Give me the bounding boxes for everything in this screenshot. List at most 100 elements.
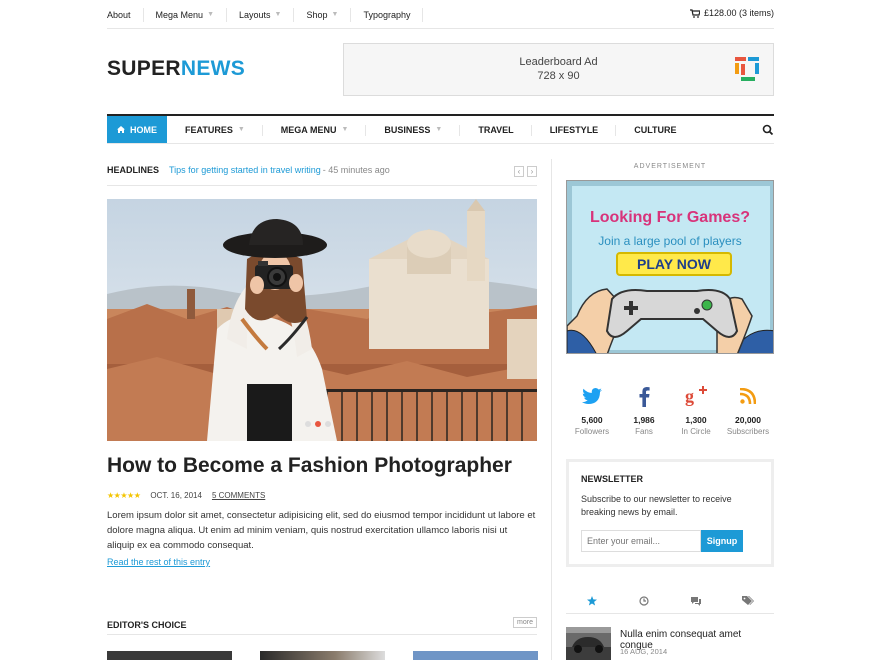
caret-down-icon: ▼	[207, 11, 214, 18]
newsletter-description: Subscribe to our newsletter to receive b…	[581, 494, 732, 517]
caret-down-icon: ▼	[341, 126, 349, 133]
tab-tags[interactable]	[738, 595, 758, 609]
tags-icon	[742, 595, 754, 609]
nav-mega-menu[interactable]: MEGA MENU ▼	[263, 116, 367, 143]
top-menu-typography[interactable]: Typography	[350, 7, 424, 22]
signup-button[interactable]: Signup	[701, 530, 743, 552]
leaderboard-title: Leaderboard Ad	[519, 56, 598, 68]
nav-label: CULTURE	[634, 124, 677, 135]
nav-label: FEATURES	[185, 124, 233, 135]
post-thumbnail	[566, 627, 611, 660]
leaderboard-ad[interactable]: Leaderboard Ad 728 x 90	[343, 43, 774, 96]
editors-choice-title: EDITOR'S CHOICE	[107, 620, 187, 630]
nav-home-label: HOME	[130, 124, 157, 135]
read-more-link[interactable]: Read the rest of this entry	[107, 557, 210, 567]
social-googleplus[interactable]: g 1,300 In Circle	[672, 385, 720, 436]
caret-down-icon: ▼	[435, 126, 443, 133]
search-icon[interactable]	[762, 124, 774, 136]
googleplus-count: 1,300	[685, 415, 707, 425]
newsletter-form: Signup	[581, 530, 743, 552]
nav-features[interactable]: FEATURES ▼	[167, 116, 263, 143]
headlines-title: HEADLINES	[107, 165, 160, 175]
comments-link[interactable]: 5 COMMENTS	[212, 491, 265, 500]
article-meta: ★★★★★ OCT. 16, 2014 5 COMMENTS	[107, 491, 265, 500]
nav-label: LIFESTYLE	[549, 124, 599, 135]
game-ad-banner[interactable]: ▷ Looking For Games? Join a large pool o…	[566, 180, 774, 354]
editors-thumb-1[interactable]	[107, 651, 232, 660]
nav-business[interactable]: BUSINESS ▼	[366, 116, 461, 143]
nav-label: MEGA MENU	[280, 124, 337, 135]
twitter-label: Followers	[574, 427, 610, 436]
top-menu-mega-menu[interactable]: Mega Menu ▼	[142, 7, 226, 22]
tab-popular[interactable]	[582, 595, 602, 609]
slider-dot[interactable]	[305, 421, 311, 427]
game-ad-subline: Join a large pool of players	[598, 234, 742, 248]
facebook-count: 1,986	[633, 415, 655, 425]
slider-dot-active[interactable]	[315, 421, 321, 427]
email-field[interactable]	[581, 530, 701, 552]
editors-thumb-3[interactable]	[413, 651, 538, 660]
slider-dots	[305, 421, 331, 427]
nav-label: BUSINESS	[384, 124, 431, 135]
nav-lifestyle[interactable]: LIFESTYLE	[532, 116, 617, 143]
top-menu-shop[interactable]: Shop ▼	[293, 7, 350, 22]
social-facebook[interactable]: 1,986 Fans	[620, 385, 668, 436]
featured-slider[interactable]	[107, 199, 537, 441]
article-title[interactable]: How to Become a Fashion Photographer	[107, 454, 512, 478]
rating-stars-icon: ★★★★★	[107, 491, 141, 500]
slider-dot[interactable]	[325, 421, 331, 427]
tab-comments[interactable]	[686, 595, 706, 609]
site-logo[interactable]: SUPERNEWS	[107, 57, 245, 81]
caret-down-icon: ▼	[331, 11, 339, 18]
home-icon	[117, 125, 125, 135]
googleplus-label: In Circle	[681, 427, 711, 436]
top-menu-label: Mega Menu	[155, 9, 204, 20]
caret-down-icon: ▼	[274, 11, 282, 18]
rss-icon	[724, 385, 772, 407]
top-menu: About Mega Menu ▼ Layouts ▼ Shop ▼ Typograp…	[107, 0, 774, 29]
nav-label: TRAVEL	[478, 124, 514, 135]
cart-link[interactable]: £128.00 (3 items)	[689, 8, 774, 18]
svg-text:g: g	[685, 386, 694, 406]
game-ad-headline: Looking For Games?	[589, 209, 750, 226]
social-twitter[interactable]: 5,600 Followers	[568, 385, 616, 436]
tab-recent[interactable]	[634, 595, 654, 609]
more-button[interactable]: more	[513, 617, 537, 628]
hero-photo	[107, 199, 537, 441]
clock-icon	[639, 595, 649, 609]
top-menu-label: About	[107, 9, 131, 20]
nav-culture[interactable]: CULTURE	[616, 116, 694, 143]
ticker-controls: ‹ ›	[514, 166, 537, 177]
nav-home[interactable]: HOME	[107, 116, 167, 143]
play-now-button[interactable]: PLAY NOW	[616, 252, 732, 276]
post-date: 16 AUG, 2014	[620, 647, 668, 656]
article-date: OCT. 16, 2014	[150, 491, 202, 500]
social-rss[interactable]: 20,000 Subscribers	[724, 385, 772, 436]
top-menu-label: Shop	[306, 9, 328, 20]
top-menu-layouts[interactable]: Layouts ▼	[226, 7, 293, 22]
sidebar-tabs	[566, 590, 774, 614]
nav-travel[interactable]: TRAVEL	[460, 116, 533, 143]
caret-down-icon: ▼	[237, 126, 245, 133]
editors-thumb-2[interactable]	[260, 651, 385, 660]
logo-text-super: SUPER	[107, 57, 181, 80]
googleplus-icon: g	[672, 385, 720, 407]
chevron-right-icon[interactable]: ›	[527, 166, 537, 177]
headline-time: - 45 minutes ago	[322, 165, 390, 175]
rss-label: Subscribers	[726, 427, 770, 436]
leaderboard-size: 728 x 90	[537, 70, 580, 82]
headline-link[interactable]: Tips for getting started in travel writi…	[169, 165, 321, 175]
advertisement-label: ADVERTISEMENT	[633, 163, 707, 170]
cart-total: £128.00 (3 items)	[703, 8, 774, 18]
top-menu-about[interactable]: About	[107, 8, 143, 22]
shopping-cart-icon	[689, 8, 700, 18]
editors-choice-header: EDITOR'S CHOICE more	[107, 617, 537, 635]
article-excerpt: Lorem ipsum dolor sit amet, consectetur …	[107, 510, 536, 551]
newsletter-widget: NEWSLETTER Subscribe to our newsletter t…	[566, 459, 774, 567]
top-menu-label: Typography	[363, 9, 411, 20]
main-nav: HOME FEATURES ▼ MEGA MENU ▼ BUSINESS ▼ TRAV…	[107, 114, 774, 144]
comments-icon	[690, 595, 702, 609]
sidebar-post[interactable]: Nulla enim consequat amet congue 16 AUG,…	[566, 627, 774, 660]
newsletter-title: NEWSLETTER	[581, 474, 643, 484]
chevron-left-icon[interactable]: ‹	[514, 166, 524, 177]
